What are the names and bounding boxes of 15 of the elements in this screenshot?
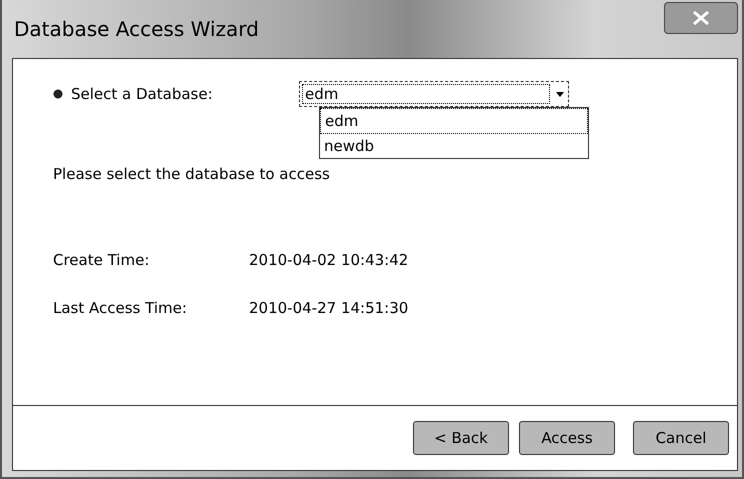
field-label: Select a Database: [71,85,214,103]
field-label: Create Time: [53,251,150,269]
window-title: Database Access Wizard [14,17,259,41]
dropdown-option[interactable]: edm [320,108,588,134]
field-value: 2010-04-27 14:51:30 [249,299,408,317]
dropdown-option[interactable]: newdb [320,134,588,158]
bullet-icon [53,89,63,99]
field-label: Last Access Time: [53,299,188,317]
field-value: 2010-04-02 10:43:42 [249,251,408,269]
dialog-button[interactable]: Access [519,421,615,455]
dialog-button[interactable]: < Back [413,421,509,455]
close-icon [692,10,710,26]
instruction-text: Please select the database to access [53,165,331,183]
dialog-button[interactable]: Cancel [633,421,729,455]
close-button[interactable] [664,2,738,34]
